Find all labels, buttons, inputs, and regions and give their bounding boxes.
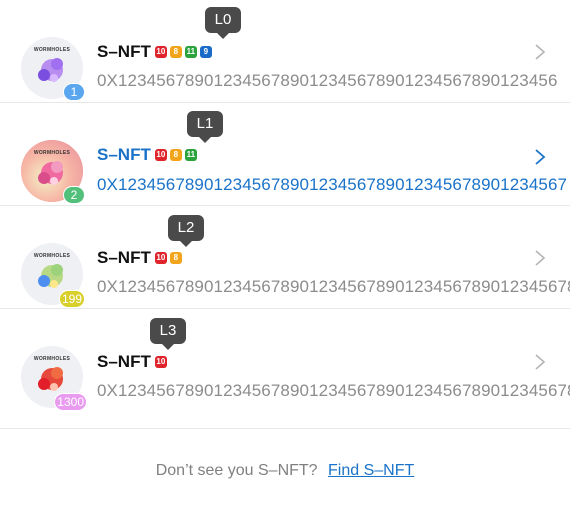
nft-title: S–NFT 10 xyxy=(97,352,170,372)
level-badge-11: 11 xyxy=(184,46,197,58)
avatar: WORMHOLES 2 xyxy=(21,140,85,204)
chevron-right-icon[interactable] xyxy=(533,249,547,267)
count-badge: 2 xyxy=(63,186,85,204)
level-badge-8: 8 xyxy=(169,46,182,58)
nft-name: S–NFT xyxy=(97,248,151,267)
nft-name: S–NFT xyxy=(97,352,151,371)
level-tooltip: L0 xyxy=(205,7,241,39)
chevron-right-icon[interactable] xyxy=(533,43,547,61)
find-snft-link[interactable]: Find S–NFT xyxy=(328,462,414,479)
count-badge: 199 xyxy=(58,290,85,308)
level-badge-8: 8 xyxy=(169,252,182,264)
nft-title: S–NFT 10 8 xyxy=(97,248,185,268)
count-badge: 1300 xyxy=(54,393,87,411)
nft-name: S–NFT xyxy=(97,145,151,164)
level-badge-9: 9 xyxy=(199,46,212,58)
level-badge-11: 11 xyxy=(184,149,197,161)
avatar-brand-text: WORMHOLES xyxy=(33,150,71,156)
level-badge-8: 8 xyxy=(169,149,182,161)
nft-list-item[interactable]: L1 WORMHOLES 2 S–NFT 10 8 11 0X123456789… xyxy=(0,103,570,206)
level-tooltip: L3 xyxy=(150,318,186,350)
level-tooltip: L1 xyxy=(187,111,223,143)
nft-title: S–NFT 10 8 11 9 xyxy=(97,42,215,62)
chevron-right-icon[interactable] xyxy=(533,353,547,371)
footer-text: Don’t see you S–NFT? xyxy=(155,462,318,479)
avatar: WORMHOLES 1300 xyxy=(21,346,87,411)
nft-address: 0X12345678901234567890123456789012345678… xyxy=(97,381,570,400)
nft-address: 0X12345678901234567890123456789012345678… xyxy=(97,277,570,296)
count-badge: 1 xyxy=(63,83,85,101)
level-badge-10: 10 xyxy=(154,252,167,264)
level-badge-10: 10 xyxy=(154,149,167,161)
nft-address: 0X12345678901234567890123456789012345678… xyxy=(97,71,558,90)
level-badge-10: 10 xyxy=(154,46,167,58)
avatar: WORMHOLES 1 xyxy=(21,37,85,101)
nft-list-item[interactable]: L2 WORMHOLES 199 S–NFT 10 8 0X1234567890… xyxy=(0,206,570,309)
footer-hint: Don’t see you S–NFT? Find S–NFT xyxy=(0,462,570,480)
avatar-brand-text: WORMHOLES xyxy=(33,253,71,259)
chevron-right-icon[interactable] xyxy=(533,148,547,166)
nft-name: S–NFT xyxy=(97,42,151,61)
avatar: WORMHOLES 199 xyxy=(21,243,85,308)
avatar-brand-text: WORMHOLES xyxy=(33,47,71,53)
nft-title: S–NFT 10 8 11 xyxy=(97,145,200,165)
level-tooltip: L2 xyxy=(168,215,204,247)
level-badge-10: 10 xyxy=(154,356,167,368)
avatar-brand-text: WORMHOLES xyxy=(33,356,71,362)
nft-list-item[interactable]: L0 WORMHOLES 1 S–NFT 10 8 11 9 0X1234567… xyxy=(0,0,570,103)
nft-address: 0X12345678901234567890123456789012345678… xyxy=(97,175,568,194)
nft-list-item[interactable]: L3 WORMHOLES 1300 S–NFT 10 0X12345678901… xyxy=(0,309,570,429)
